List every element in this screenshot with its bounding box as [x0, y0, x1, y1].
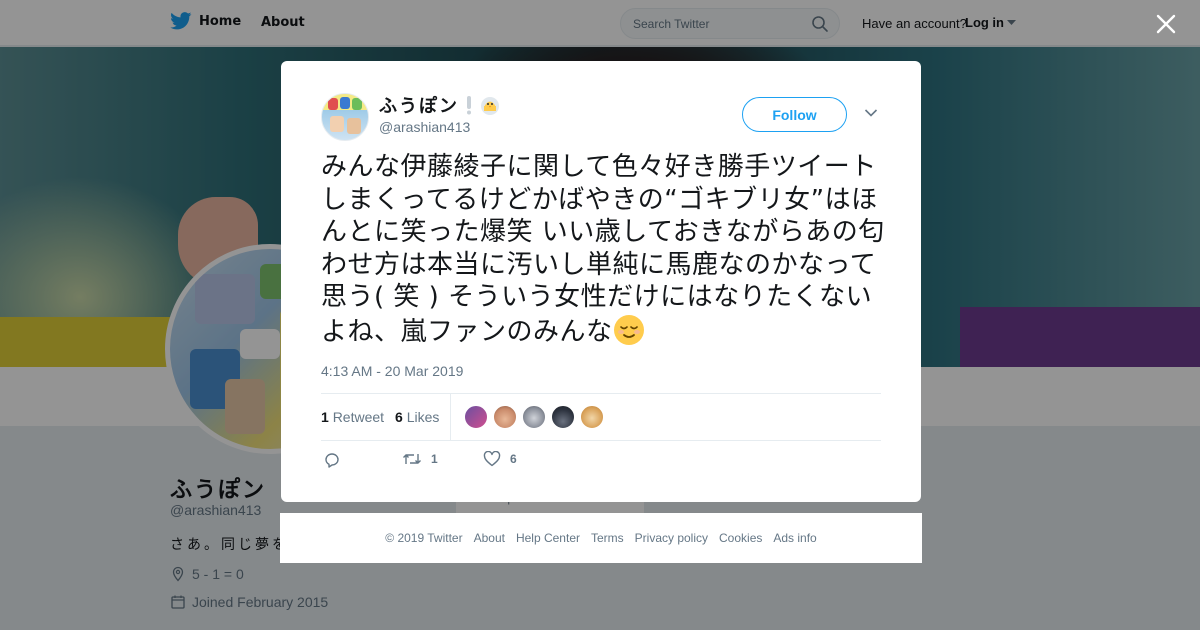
footer-link-privacy[interactable]: Privacy policy: [635, 531, 708, 545]
reply-icon: [325, 453, 339, 468]
like-action[interactable]: 6: [483, 451, 517, 467]
tweet-author-name[interactable]: ふうぽン: [379, 92, 501, 118]
liker-avatar[interactable]: [464, 405, 488, 429]
close-icon[interactable]: [1154, 12, 1178, 36]
footer-links: © 2019 Twitter About Help Center Terms P…: [280, 513, 922, 563]
follow-button[interactable]: Follow: [742, 97, 847, 132]
relieved-face-icon: [613, 314, 644, 345]
heart-icon: [483, 451, 501, 467]
tweet-timestamp[interactable]: 4:13 AM - 20 Mar 2019: [321, 363, 463, 379]
retweet-count: 1: [321, 409, 329, 425]
tweet-author-name-text: ふうぽン: [379, 96, 459, 117]
tweet-modal: ふうぽン @arashian413 Follow みんな伊藤綾子に関して色々好き…: [281, 61, 921, 502]
like-count: 6: [395, 409, 403, 425]
tweet-stats: 1 Retweet 6 Likes: [321, 393, 881, 441]
footer-link-terms[interactable]: Terms: [591, 531, 624, 545]
tweet-text-body: みんな伊藤綾子に関して色々好き勝手ツイートしまくってるけどかばやきの“ゴキブリ女…: [321, 152, 885, 347]
retweet-action[interactable]: 1: [402, 451, 438, 467]
liker-avatar[interactable]: [493, 405, 517, 429]
footer-copyright: © 2019 Twitter: [385, 531, 463, 545]
chevron-down-icon[interactable]: [864, 108, 878, 118]
stats-divider: [450, 394, 451, 440]
liker-avatar[interactable]: [522, 405, 546, 429]
like-label: Likes: [406, 409, 440, 425]
tweet-author-handle[interactable]: @arashian413: [379, 119, 470, 135]
footer-link-about[interactable]: About: [474, 531, 505, 545]
retweet-stat[interactable]: 1 Retweet: [321, 409, 384, 425]
exclamation-icon: [467, 96, 471, 115]
tweet-text: みんな伊藤綾子に関して色々好き勝手ツイートしまくってるけどかばやきの“ゴキブリ女…: [321, 151, 886, 348]
footer-link-cookies[interactable]: Cookies: [719, 531, 762, 545]
like-action-count: 6: [510, 452, 517, 466]
tweet-author-avatar[interactable]: [321, 93, 369, 141]
retweet-label: Retweet: [332, 409, 385, 425]
tweet-actions: 1 6: [321, 451, 621, 475]
chick-icon: [481, 97, 499, 115]
liker-avatar[interactable]: [551, 405, 575, 429]
liker-avatar[interactable]: [580, 405, 604, 429]
retweet-icon: [403, 454, 421, 464]
footer-link-help-center[interactable]: Help Center: [516, 531, 580, 545]
like-stat[interactable]: 6 Likes: [395, 409, 439, 425]
reply-action[interactable]: [323, 451, 341, 469]
footer-link-ads-info[interactable]: Ads info: [773, 531, 816, 545]
retweet-action-count: 1: [431, 452, 438, 466]
liker-avatars: [464, 405, 604, 429]
